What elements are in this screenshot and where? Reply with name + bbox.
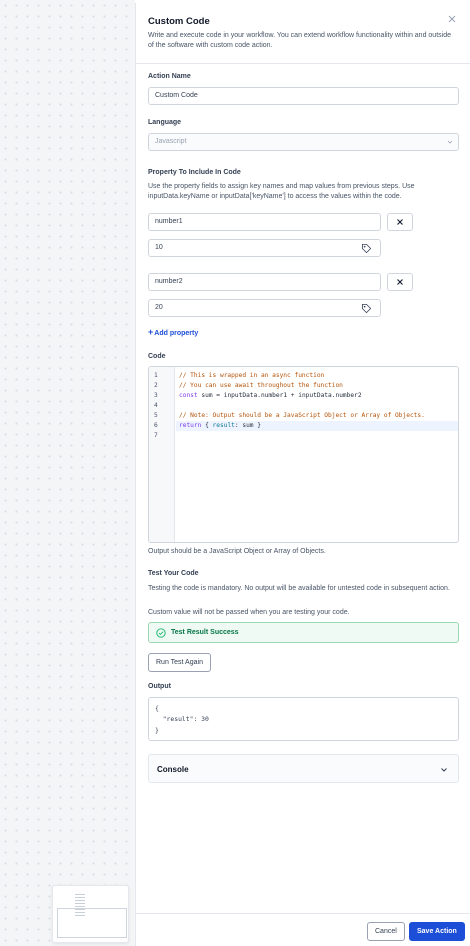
close-icon[interactable] xyxy=(447,15,457,25)
test-help-mandatory: Testing the code is mandatory. No output… xyxy=(148,585,450,592)
property-value-2: 20 xyxy=(155,304,163,311)
code-line-active: return { result: sum } xyxy=(176,421,458,431)
tag-icon[interactable] xyxy=(361,243,372,254)
code-gutter: 1 2 3 4 5 6 7 xyxy=(149,367,175,542)
plus-icon: + xyxy=(148,327,154,337)
language-value: Javascript xyxy=(155,138,187,145)
code-text: sum = inputData.number1 + inputData.numb… xyxy=(197,392,362,399)
test-success-banner: Test Result Success xyxy=(148,622,459,643)
code-line: const sum = inputData.number1 + inputDat… xyxy=(179,391,362,401)
properties-label: Property To Include In Code xyxy=(148,169,241,176)
line-number: 7 xyxy=(154,432,158,439)
line-number: 3 xyxy=(154,392,158,399)
remove-property-button-2[interactable] xyxy=(387,273,413,291)
line-number: 5 xyxy=(154,412,158,419)
panel-description: Write and execute code in your workflow.… xyxy=(148,32,451,49)
code-line: // This is wrapped in an async function xyxy=(179,372,325,379)
code-editor[interactable]: 1 2 3 4 5 6 7 // This is wrapped in an a… xyxy=(148,366,459,543)
canvas-minimap[interactable] xyxy=(52,885,129,943)
properties-help: Use the property fields to assign key na… xyxy=(148,183,415,200)
code-line: // Note: Output should be a JavaScript O… xyxy=(179,412,425,419)
check-circle-icon xyxy=(156,628,166,638)
panel-title: Custom Code xyxy=(148,16,210,27)
custom-code-panel: Custom Code Write and execute code in yo… xyxy=(135,3,470,946)
remove-property-button-1[interactable] xyxy=(387,213,413,231)
cancel-button[interactable]: Cancel xyxy=(367,922,405,941)
panel-footer: Cancel Save Action xyxy=(136,913,470,946)
code-keyword: return xyxy=(179,422,202,429)
property-key-input-1[interactable]: number1 xyxy=(148,213,381,231)
language-label: Language xyxy=(148,119,182,126)
line-number: 1 xyxy=(154,372,158,379)
property-value-1: 10 xyxy=(155,244,163,251)
console-accordion[interactable]: Console xyxy=(148,754,459,783)
line-number: 6 xyxy=(154,422,158,429)
code-property: result xyxy=(212,422,235,429)
language-select[interactable]: Javascript xyxy=(148,133,459,151)
output-viewer: { "result": 30 } xyxy=(148,697,459,741)
console-label: Console xyxy=(157,765,189,774)
output-label: Output xyxy=(148,683,171,690)
save-action-button[interactable]: Save Action xyxy=(409,922,465,941)
panel-header: Custom Code Write and execute code in yo… xyxy=(136,3,470,64)
line-number: 4 xyxy=(154,402,158,409)
code-label: Code xyxy=(148,353,166,360)
minimap-viewport[interactable] xyxy=(57,908,127,938)
line-number: 2 xyxy=(154,382,158,389)
property-value-input-2[interactable]: 20 xyxy=(148,299,381,317)
chevron-down-icon xyxy=(447,140,453,144)
output-line: { xyxy=(155,704,159,712)
close-icon xyxy=(397,279,403,285)
property-value-input-1[interactable]: 10 xyxy=(148,239,381,257)
workflow-canvas[interactable] xyxy=(0,0,135,946)
output-line: } xyxy=(155,726,159,734)
add-property-button[interactable]: +Add property xyxy=(148,327,198,337)
output-line: "result": 30 xyxy=(155,715,209,723)
close-icon xyxy=(397,219,403,225)
tag-icon[interactable] xyxy=(361,303,372,314)
close-icon-glyph xyxy=(448,15,456,23)
add-property-label: Add property xyxy=(154,330,199,337)
test-success-text: Test Result Success xyxy=(171,629,239,636)
code-text: { xyxy=(201,422,213,429)
code-line: // You can use await throughout the func… xyxy=(179,382,343,389)
test-help-custom-value: Custom value will not be passed when you… xyxy=(148,609,350,616)
code-text: : sum } xyxy=(234,422,261,429)
code-keyword: const xyxy=(179,392,198,399)
test-code-label: Test Your Code xyxy=(148,570,199,577)
code-output-note: Output should be a JavaScript Object or … xyxy=(148,548,326,555)
action-name-label: Action Name xyxy=(148,73,191,80)
run-test-again-button[interactable]: Run Test Again xyxy=(148,653,211,672)
property-key-input-2[interactable]: number2 xyxy=(148,273,381,291)
action-name-input[interactable]: Custom Code xyxy=(148,87,459,105)
chevron-down-icon xyxy=(441,768,447,772)
